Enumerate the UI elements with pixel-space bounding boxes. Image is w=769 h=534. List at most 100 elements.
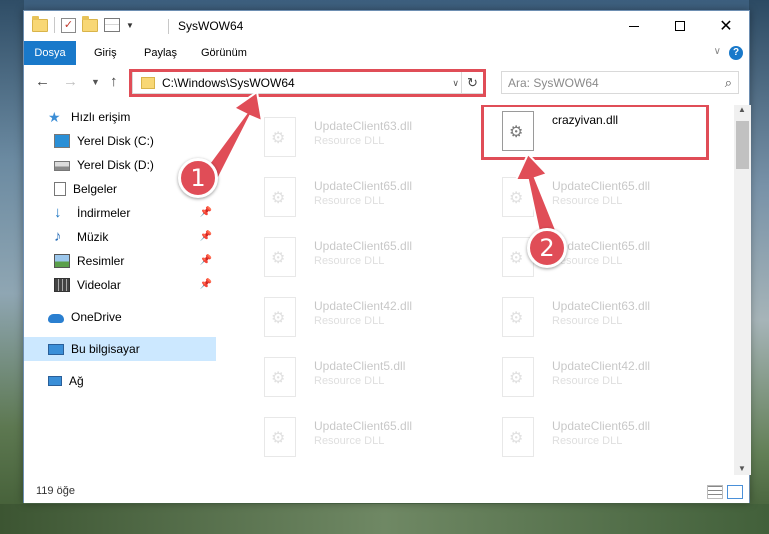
file-name: UpdateClient63.dll — [552, 299, 651, 313]
sidebar-item-pictures[interactable]: Resimler 📌 — [24, 249, 216, 273]
file-description: Resource DLL — [552, 315, 623, 327]
dll-file-icon — [264, 297, 296, 337]
dll-file-icon — [264, 117, 296, 157]
file-description: Resource DLL — [314, 195, 385, 207]
forward-arrow-icon[interactable]: → — [63, 73, 78, 90]
quick-access-toolbar: ✓ ▼ — [32, 15, 134, 33]
window-title: SysWOW64 — [178, 19, 244, 33]
file-description: Resource DLL — [552, 195, 623, 207]
sidebar-item-videos[interactable]: Videolar 📌 — [24, 273, 216, 297]
search-input[interactable]: Ara: SysWOW64 ⌕ — [501, 71, 739, 94]
maximize-icon — [675, 21, 685, 31]
details-view-icon[interactable] — [707, 485, 723, 499]
desktop-background-left — [0, 0, 24, 534]
file-item[interactable]: UpdateClient65.dll Resource DLL — [258, 175, 478, 231]
maximize-button[interactable] — [657, 11, 703, 41]
file-name: UpdateClient65.dll — [314, 419, 413, 433]
toolbar-separator — [54, 17, 55, 33]
dll-file-icon — [502, 357, 534, 397]
minimize-button[interactable] — [611, 11, 657, 41]
sidebar-item-onedrive[interactable]: OneDrive — [24, 305, 216, 329]
sidebar-item-label: Resimler — [77, 254, 125, 268]
tab-file[interactable]: Dosya — [24, 41, 76, 65]
sidebar-item-this-pc[interactable]: Bu bilgisayar — [24, 337, 216, 361]
sidebar-item-label: Ağ — [69, 374, 84, 388]
file-item[interactable]: UpdateClient5.dll Resource DLL — [258, 355, 478, 411]
status-bar: 119 öğe — [24, 481, 749, 503]
file-name: UpdateClient65.dll — [552, 179, 651, 193]
file-name: UpdateClient65.dll — [314, 239, 413, 253]
folder-icon — [32, 15, 48, 32]
windows-drive-icon — [54, 134, 70, 148]
sidebar-item-label: OneDrive — [71, 310, 122, 324]
tab-share[interactable]: Paylaş — [134, 41, 187, 65]
back-arrow-icon[interactable]: ← — [35, 73, 50, 90]
expand-ribbon-icon[interactable]: ∨ — [714, 46, 721, 57]
cloud-icon — [48, 314, 64, 323]
file-name: UpdateClient65.dll — [552, 419, 651, 433]
file-item[interactable]: UpdateClient65.dll Resource DLL — [496, 175, 716, 231]
file-name: UpdateClient65.dll — [314, 179, 413, 193]
sidebar-item-quick-access[interactable]: ★ Hızlı erişim — [24, 105, 216, 129]
sidebar-item-label: Hızlı erişim — [71, 110, 131, 124]
sidebar-item-network[interactable]: Ağ — [24, 369, 216, 393]
file-item[interactable]: UpdateClient65.dll Resource DLL — [496, 415, 716, 471]
new-folder-icon[interactable] — [82, 15, 98, 32]
file-description: Resource DLL — [314, 375, 385, 387]
file-name: UpdateClient42.dll — [314, 299, 413, 313]
tab-home[interactable]: Giriş — [84, 41, 127, 65]
search-placeholder: Ara: SysWOW64 — [508, 76, 599, 90]
sidebar-item-downloads[interactable]: ↓ İndirmeler 📌 — [24, 201, 216, 225]
scroll-up-icon[interactable]: ▲ — [738, 105, 746, 114]
file-item[interactable]: UpdateClient42.dll Resource DLL — [258, 295, 478, 351]
file-item[interactable]: UpdateClient65.dll Resource DLL — [258, 415, 478, 471]
drive-icon — [54, 161, 70, 171]
file-item[interactable]: UpdateClient63.dll Resource DLL — [258, 115, 478, 171]
file-item[interactable]: UpdateClient65.dll Resource DLL — [258, 235, 478, 291]
sidebar-item-label: Videolar — [77, 278, 121, 292]
file-item[interactable]: UpdateClient63.dll Resource DLL — [496, 295, 716, 351]
close-button[interactable]: ✕ — [703, 11, 749, 41]
dll-file-icon — [264, 417, 296, 457]
title-bar: ✓ ▼ SysWOW64 ✕ — [24, 11, 749, 41]
recent-locations-icon[interactable]: ▼ — [91, 77, 100, 87]
scroll-thumb[interactable] — [736, 121, 749, 169]
file-description: Resource DLL — [314, 255, 385, 267]
pictures-icon — [54, 254, 70, 268]
step-2-badge: 2 — [527, 228, 567, 268]
network-icon — [48, 376, 62, 386]
scroll-down-icon[interactable]: ▼ — [738, 464, 746, 473]
file-item[interactable]: UpdateClient42.dll Resource DLL — [496, 355, 716, 411]
sidebar-item-label: İndirmeler — [77, 206, 131, 220]
pin-icon[interactable]: 📌 — [200, 207, 212, 218]
search-icon[interactable]: ⌕ — [725, 75, 732, 91]
pin-icon[interactable]: 📌 — [200, 231, 212, 242]
pin-icon[interactable]: 📌 — [200, 279, 212, 290]
up-arrow-icon[interactable]: ↑ — [110, 73, 118, 90]
help-icon[interactable]: ? — [729, 46, 743, 60]
view-properties-icon[interactable] — [104, 18, 120, 32]
tab-view[interactable]: Görünüm — [191, 41, 257, 65]
documents-icon — [54, 182, 66, 196]
sidebar-item-music[interactable]: ♪ Müzik 📌 — [24, 225, 216, 249]
file-highlight-box — [481, 105, 709, 160]
sidebar-item-local-disk-c[interactable]: Yerel Disk (C:) — [24, 129, 216, 153]
customize-toolbar-icon[interactable]: ▼ — [126, 21, 134, 30]
navigation-bar: ← → ▼ ↑ C:\Windows\SysWOW64 ∨ ↻ Ara: Sys… — [24, 67, 749, 99]
sidebar-item-label: Müzik — [77, 230, 109, 244]
step-1-badge: 1 — [178, 158, 218, 198]
item-count: 119 öğe — [36, 485, 75, 497]
sidebar-item-label: Belgeler — [73, 182, 118, 196]
file-description: Resource DLL — [314, 135, 385, 147]
properties-check-icon[interactable]: ✓ — [61, 17, 76, 33]
pin-icon[interactable]: 📌 — [200, 255, 212, 266]
dll-file-icon — [502, 297, 534, 337]
dll-file-icon — [502, 417, 534, 457]
star-icon: ★ — [48, 109, 61, 125]
desktop-background-bottom — [0, 504, 769, 534]
dll-file-icon — [264, 177, 296, 217]
download-icon: ↓ — [54, 204, 62, 221]
vertical-scrollbar[interactable]: ▲ ▼ — [734, 105, 751, 475]
title-separator — [168, 19, 169, 34]
large-icons-view-icon[interactable] — [727, 485, 743, 499]
